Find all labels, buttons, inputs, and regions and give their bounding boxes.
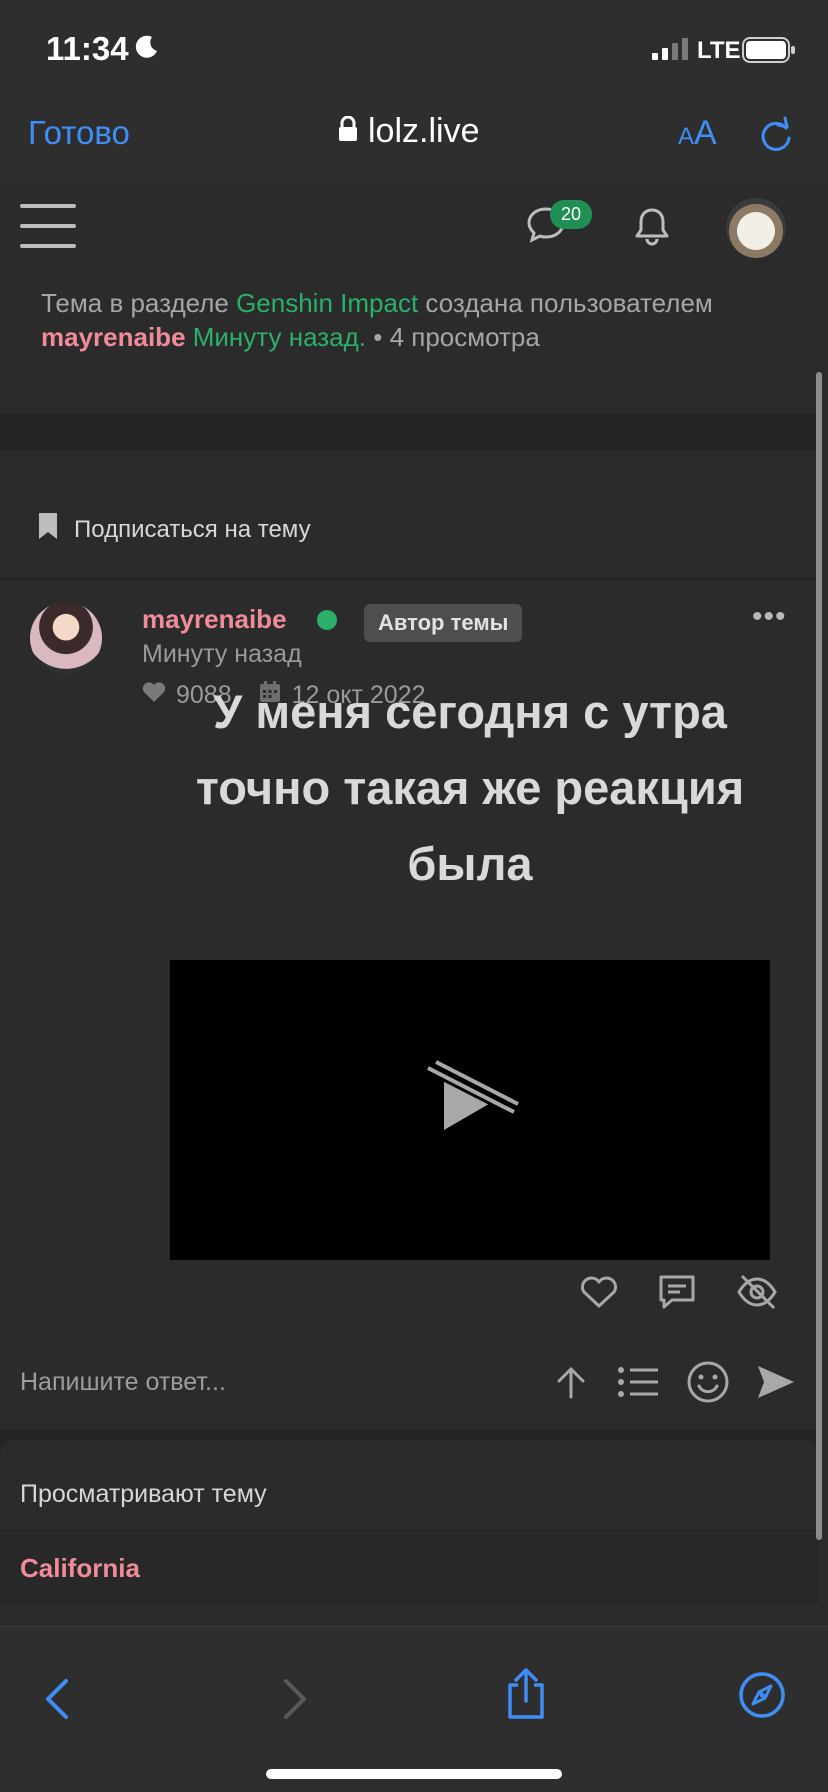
video-player[interactable] [170, 960, 770, 1260]
chat-badge: 20 [550, 200, 592, 229]
compass-icon[interactable] [738, 1671, 786, 1724]
comment-icon[interactable] [658, 1274, 696, 1315]
done-button[interactable]: Готово [28, 114, 130, 152]
viewer-row: California [0, 1530, 818, 1604]
lock-icon [338, 112, 358, 151]
post: mayrenaibe Автор темы ••• Минуту назад 9… [0, 578, 818, 1338]
author-badge: Автор темы [364, 604, 523, 642]
subscribe-button[interactable]: Подписаться на тему [38, 512, 311, 547]
browser-toolbar: Готово lolz.live AA [0, 100, 828, 184]
url-text: lolz.live [368, 112, 480, 150]
forum-header: 20 [0, 184, 828, 268]
online-indicator [317, 610, 337, 630]
section-link[interactable]: Genshin Impact [236, 288, 418, 318]
reload-icon[interactable] [756, 116, 796, 161]
url-field[interactable]: lolz.live [338, 112, 479, 151]
video-unavailable-icon [422, 1060, 522, 1145]
reply-actions [552, 1360, 796, 1409]
text-size-button[interactable]: AA [678, 114, 717, 153]
post-actions [580, 1274, 778, 1315]
browser-bottom-toolbar [0, 1626, 828, 1792]
bell-icon[interactable] [632, 206, 672, 251]
forward-icon[interactable] [280, 1677, 310, 1726]
post-content-text: У меня сегодня с утра точно такая же реа… [195, 685, 745, 890]
viewer-user-link[interactable]: California [20, 1553, 140, 1584]
user-avatar[interactable] [726, 198, 786, 258]
thread-author-link[interactable]: mayrenaibe [41, 322, 186, 352]
scrollbar[interactable] [816, 372, 822, 1540]
post-time[interactable]: Минуту назад [142, 640, 302, 669]
subscribe-section: Подписаться на тему [0, 450, 818, 578]
viewing-section: Просматривают тему [0, 1440, 818, 1530]
reply-bar: Напишите ответ... [0, 1338, 828, 1430]
signal-icon [652, 38, 690, 65]
home-indicator[interactable] [266, 1769, 562, 1779]
share-icon[interactable] [504, 1667, 548, 1726]
battery-icon [742, 37, 796, 68]
back-icon[interactable] [42, 1677, 72, 1726]
thread-meta-created-by: создана пользователем [418, 288, 713, 318]
thread-meta-prefix: Тема в разделе [41, 288, 237, 318]
status-bar: 11:34 LTE [0, 0, 828, 100]
post-author-avatar[interactable] [30, 602, 102, 674]
list-icon[interactable] [616, 1364, 660, 1405]
send-icon[interactable] [756, 1362, 796, 1407]
thread-info: Тема в разделе Genshin Impact создана по… [0, 268, 818, 414]
section-divider [0, 414, 818, 450]
emoji-icon[interactable] [686, 1360, 730, 1409]
like-icon[interactable] [580, 1275, 618, 1314]
hide-icon[interactable] [736, 1274, 778, 1315]
reply-input[interactable]: Напишите ответ... [20, 1368, 226, 1397]
subscribe-label: Подписаться на тему [74, 515, 311, 543]
status-time: 11:34 [46, 30, 129, 67]
network-type: LTE [697, 37, 741, 64]
text-size-small-a: A [678, 123, 695, 150]
menu-icon[interactable] [20, 204, 76, 250]
post-author-name[interactable]: mayrenaibe [142, 604, 287, 635]
viewing-title: Просматривают тему [20, 1480, 267, 1508]
text-size-large-a: A [694, 114, 717, 152]
bookmark-icon [38, 512, 58, 547]
thread-time-link[interactable]: Минуту назад. [186, 322, 366, 352]
arrow-up-icon[interactable] [552, 1363, 590, 1406]
more-icon[interactable]: ••• [752, 600, 787, 634]
moon-icon [134, 34, 160, 65]
thread-views: • 4 просмотра [366, 322, 540, 352]
thread-meta: Тема в разделе Genshin Impact создана по… [41, 286, 741, 354]
